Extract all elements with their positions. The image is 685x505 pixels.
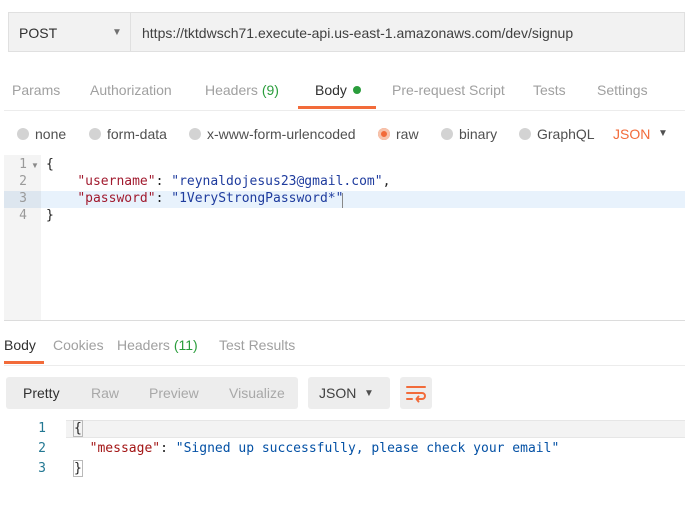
- password-value: "1VeryStrongPassword*": [171, 191, 344, 206]
- tab-headers-label: Headers: [205, 82, 258, 98]
- response-close-brace: }: [73, 460, 83, 477]
- tab-tests[interactable]: Tests: [533, 82, 566, 98]
- response-line-3: }: [73, 460, 83, 477]
- radio-graphql[interactable]: GraphQL: [519, 126, 595, 142]
- response-tabs-divider: [4, 365, 685, 366]
- response-open-brace: {: [73, 420, 83, 437]
- view-preview-button[interactable]: Preview: [149, 385, 199, 401]
- view-pretty-button[interactable]: Pretty: [23, 385, 60, 401]
- text-cursor: [342, 193, 343, 208]
- body-modified-dot: [352, 86, 361, 94]
- view-visualize-button[interactable]: Visualize: [229, 385, 285, 401]
- tab-params[interactable]: Params: [12, 82, 60, 98]
- caret-down-icon[interactable]: ▼: [658, 128, 668, 139]
- response-tab-test-results[interactable]: Test Results: [219, 337, 295, 353]
- line-number: 1: [19, 157, 27, 172]
- tab-body-label: Body: [315, 82, 347, 98]
- radio-none[interactable]: none: [17, 126, 66, 142]
- close-brace: }: [46, 208, 54, 223]
- tab-settings[interactable]: Settings: [597, 82, 648, 98]
- response-tab-headers[interactable]: Headers (11): [117, 337, 198, 353]
- radio-binary-label: binary: [459, 126, 498, 142]
- response-line-2: "message": "Signed up successfully, plea…: [89, 441, 560, 456]
- wrap-lines-icon: [406, 386, 426, 403]
- body-language-select[interactable]: JSON: [613, 126, 650, 142]
- radio-binary[interactable]: binary: [441, 126, 497, 142]
- line-number: 2: [19, 174, 27, 189]
- tab-authorization[interactable]: Authorization: [90, 82, 172, 98]
- response-tab-headers-count: (11): [173, 337, 198, 353]
- code-line-4: }: [46, 208, 54, 223]
- response-tab-body[interactable]: Body: [4, 337, 36, 353]
- wrap-lines-button[interactable]: [400, 377, 432, 409]
- line-number: 3: [19, 191, 27, 206]
- fold-arrow-icon[interactable]: ▼: [31, 161, 39, 170]
- open-brace: {: [46, 157, 54, 172]
- radio-dot-selected: [378, 128, 390, 140]
- radio-dot: [519, 128, 531, 140]
- radio-dot: [189, 128, 201, 140]
- radio-urlencoded-label: x-www-form-urlencoded: [207, 126, 356, 142]
- radio-dot: [89, 128, 101, 140]
- response-tab-cookies[interactable]: Cookies: [53, 337, 104, 353]
- url-text: https://tktdwsch71.execute-api.us-east-1…: [142, 25, 574, 41]
- method-label: POST: [19, 25, 58, 41]
- username-value: "reynaldojesus23@gmail.com": [171, 174, 383, 189]
- active-tab-underline: [298, 106, 376, 109]
- response-line-1: {: [73, 420, 83, 437]
- radio-none-label: none: [35, 126, 67, 142]
- active-response-tab-underline: [4, 361, 44, 364]
- response-line-number: 3: [38, 461, 46, 476]
- tabs-divider: [4, 110, 685, 111]
- username-key: "username": [77, 174, 156, 189]
- radio-dot: [441, 128, 453, 140]
- tab-body[interactable]: Body: [315, 82, 361, 98]
- code-line-3: "password": "1VeryStrongPassword*": [77, 191, 344, 206]
- radio-raw[interactable]: raw: [378, 126, 419, 142]
- editor-divider[interactable]: [4, 320, 685, 321]
- response-line-number: 2: [38, 441, 46, 456]
- tab-headers[interactable]: Headers (9): [205, 82, 279, 98]
- caret-down-icon: ▼: [112, 27, 122, 38]
- caret-down-icon: ▼: [364, 388, 374, 399]
- radio-form-data-label: form-data: [107, 126, 167, 142]
- message-value: "Signed up successfully, please check yo…: [175, 441, 560, 456]
- password-key: "password": [77, 191, 156, 206]
- response-tab-headers-label: Headers: [117, 337, 170, 353]
- radio-dot: [17, 128, 29, 140]
- radio-form-data[interactable]: form-data: [89, 126, 167, 142]
- code-line-1: {: [46, 157, 54, 172]
- url-input[interactable]: https://tktdwsch71.execute-api.us-east-1…: [131, 12, 685, 52]
- response-line-number: 1: [38, 421, 46, 436]
- code-line-2: "username": "reynaldojesus23@gmail.com",: [77, 174, 391, 189]
- radio-graphql-label: GraphQL: [537, 126, 595, 142]
- line-number: 4: [19, 208, 27, 223]
- tab-headers-count: (9): [261, 82, 279, 98]
- radio-urlencoded[interactable]: x-www-form-urlencoded: [189, 126, 356, 142]
- tab-pre-request-script[interactable]: Pre-request Script: [392, 82, 505, 98]
- view-raw-button[interactable]: Raw: [91, 385, 119, 401]
- response-active-line: [66, 420, 685, 438]
- radio-raw-label: raw: [396, 126, 419, 142]
- response-language-label: JSON: [319, 385, 357, 401]
- message-key: "message": [89, 441, 161, 456]
- method-select[interactable]: POST ▼: [8, 12, 131, 52]
